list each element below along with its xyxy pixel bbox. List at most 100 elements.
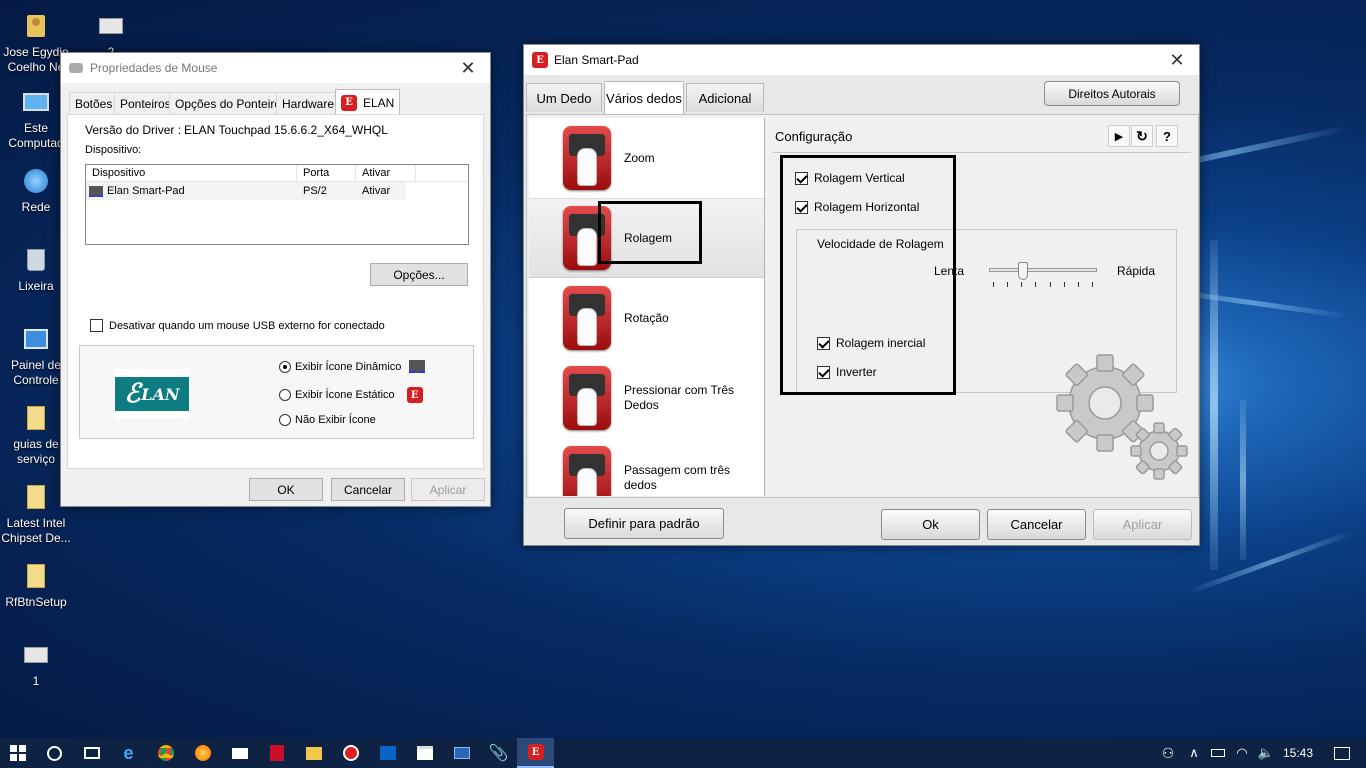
ok-button[interactable]: OK: [249, 478, 323, 501]
table-row[interactable]: Elan Smart-Pad PS/2 Ativar: [86, 182, 406, 200]
mouse-properties-titlebar: Propriedades de Mouse ✕: [61, 53, 490, 83]
config-panel: Configuração ▶ ↻ ? Rolagem Vertical Rola…: [771, 118, 1196, 496]
col-dispositivo[interactable]: Dispositivo: [86, 165, 297, 181]
radio-button[interactable]: [279, 389, 291, 401]
tab-ponteiros[interactable]: Ponteiros: [114, 92, 177, 114]
gesture-list: Zoom Rolagem Rotação Pressionar com Três…: [529, 118, 765, 496]
network-icon: [20, 165, 52, 197]
gesture-label: Passagem com três dedos: [624, 463, 731, 492]
three-finger-swipe-icon: [563, 446, 611, 496]
highlight-box-settings: [780, 155, 956, 395]
gesture-zoom[interactable]: Zoom: [529, 118, 764, 198]
attachment-icon[interactable]: 📎: [480, 738, 517, 768]
gesture-three-finger-press[interactable]: Pressionar com Três Dedos: [529, 358, 764, 438]
desktop-icon-rfbtnsetup[interactable]: RfBtnSetup: [0, 560, 74, 610]
wifi-icon[interactable]: ◠: [1230, 738, 1254, 768]
radio-button[interactable]: [279, 414, 291, 426]
task-view-icon[interactable]: [73, 738, 110, 768]
refresh-icon[interactable]: ↻: [1131, 125, 1153, 147]
apply-button[interactable]: Aplicar: [411, 478, 485, 501]
start-icon[interactable]: [0, 738, 36, 768]
disable-usb-row[interactable]: Desativar quando um mouse USB externo fo…: [90, 319, 385, 332]
tab-botoes[interactable]: Botões: [69, 92, 119, 114]
ok-button[interactable]: Ok: [881, 509, 980, 540]
chrome-icon[interactable]: [147, 738, 184, 768]
tab-um-dedo[interactable]: Um Dedo: [526, 83, 602, 112]
radio-static-label: Exibir Ícone Estático: [295, 389, 395, 401]
cancel-button[interactable]: Cancelar: [987, 509, 1086, 540]
config-title: Configuração: [775, 129, 853, 144]
battery-icon[interactable]: [1206, 738, 1230, 768]
radio-dynamic-icon[interactable]: Exibir Ícone Dinâmico: [279, 360, 426, 373]
slider-track: [989, 268, 1097, 272]
tab-adicional[interactable]: Adicional: [686, 83, 764, 112]
clock[interactable]: 15:43: [1278, 746, 1318, 760]
people-icon[interactable]: ⚇: [1154, 738, 1182, 768]
slider-thumb[interactable]: [1018, 262, 1028, 280]
driver-version-value: ELAN Touchpad 15.6.6.2_X64_WHQL: [184, 123, 388, 137]
system-tray: ⚇ ∧ ◠ 🔈 15:43: [1154, 738, 1366, 768]
device-port: PS/2: [303, 185, 327, 197]
copyright-button[interactable]: Direitos Autorais: [1044, 81, 1180, 106]
taskbar: e 📎 E ⚇ ∧ ◠ 🔈 15:43: [0, 738, 1366, 768]
speed-slider[interactable]: [989, 262, 1097, 290]
notifications-icon[interactable]: [1318, 738, 1366, 768]
radio-static-icon[interactable]: Exibir Ícone Estático E: [279, 387, 423, 403]
firefox-icon[interactable]: [184, 738, 221, 768]
search-icon[interactable]: [36, 738, 73, 768]
volume-icon[interactable]: 🔈: [1254, 738, 1278, 768]
device-status: Ativar: [362, 185, 391, 197]
radio-button[interactable]: [279, 360, 291, 373]
cancel-button[interactable]: Cancelar: [331, 478, 405, 501]
folder-icon: [20, 402, 52, 434]
desktop-icon-label: 1: [32, 674, 40, 688]
close-icon[interactable]: ✕: [446, 53, 490, 83]
driver-version-label: Versão do Driver :: [85, 123, 182, 137]
dynamic-touchpad-icon: [409, 360, 426, 373]
mouse-icon: [69, 63, 83, 73]
col-ativar[interactable]: Ativar: [356, 165, 416, 181]
set-default-button[interactable]: Definir para padrão: [564, 508, 724, 539]
help-icon[interactable]: ?: [1156, 125, 1178, 147]
rotate-gesture-icon: [563, 286, 611, 350]
disable-usb-label: Desativar quando um mouse USB externo fo…: [109, 319, 385, 332]
gesture-rotacao[interactable]: Rotação: [529, 278, 764, 358]
document-icon: [95, 10, 127, 42]
play-icon[interactable]: ▶: [1108, 125, 1130, 147]
gears-icon: [1056, 354, 1188, 480]
app-icon[interactable]: [332, 738, 369, 768]
acrobat-icon[interactable]: [258, 738, 295, 768]
tab-elan-label: ELAN: [363, 95, 395, 110]
mail-icon[interactable]: [221, 738, 258, 768]
outlook-icon[interactable]: [369, 738, 406, 768]
radio-no-icon[interactable]: Não Exibir Ícone: [279, 414, 376, 426]
highlight-box-rolagem: [598, 201, 702, 264]
gesture-label: Zoom: [624, 150, 655, 165]
col-porta[interactable]: Porta: [297, 165, 356, 181]
close-icon[interactable]: ✕: [1155, 45, 1199, 75]
slider-ticks: [993, 282, 1093, 287]
tab-opcoes-ponteiro[interactable]: Opções do Ponteiro: [169, 92, 288, 114]
window-title: Propriedades de Mouse: [90, 61, 218, 75]
table-header: Dispositivo Porta Ativar: [86, 165, 468, 182]
elan-app-icon: E: [532, 52, 548, 68]
tab-hardware[interactable]: Hardware: [276, 92, 341, 114]
elan-taskbar-icon[interactable]: E: [517, 738, 554, 768]
apply-button[interactable]: Aplicar: [1093, 509, 1192, 540]
gesture-three-finger-swipe[interactable]: Passagem com três dedos: [529, 438, 764, 496]
tab-varios-dedos[interactable]: Vários dedos: [604, 81, 684, 114]
tab-elan[interactable]: E ELAN: [335, 89, 401, 115]
user-folder-icon: [20, 10, 52, 42]
chevron-up-icon[interactable]: ∧: [1182, 738, 1206, 768]
elan-smartpad-window: E Elan Smart-Pad ✕ Um Dedo Vários dedos …: [523, 44, 1200, 546]
document-icon: [20, 639, 52, 671]
store-icon[interactable]: [406, 738, 443, 768]
powershell-icon[interactable]: [443, 738, 480, 768]
radio-dynamic-label: Exibir Ícone Dinâmico: [295, 360, 402, 373]
edge-icon[interactable]: e: [110, 738, 147, 768]
disable-usb-checkbox[interactable]: [90, 319, 103, 332]
mouse-properties-window: Propriedades de Mouse ✕ Botões Ponteiros…: [60, 52, 491, 507]
options-button[interactable]: Opções...: [370, 263, 468, 286]
desktop-icon-document-1[interactable]: 1: [0, 639, 74, 689]
explorer-icon[interactable]: [295, 738, 332, 768]
